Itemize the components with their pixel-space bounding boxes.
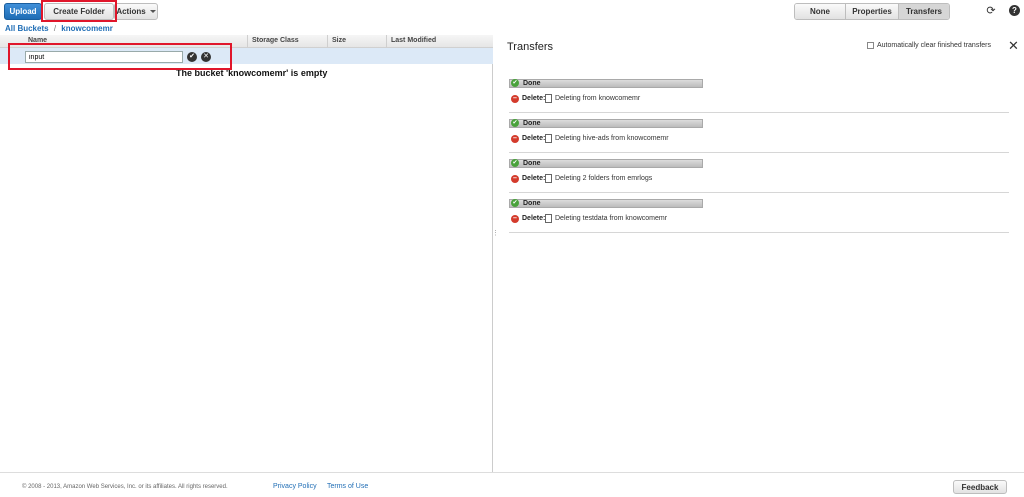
check-circle-icon: ✔: [511, 119, 519, 127]
view-none-button[interactable]: None: [795, 4, 846, 19]
column-name[interactable]: Name: [28, 37, 47, 44]
transfer-description: Deleting from knowcomemr: [555, 95, 641, 102]
auto-clear-checkbox[interactable]: [867, 42, 874, 49]
copyright-text: © 2008 - 2013, Amazon Web Services, Inc.…: [22, 484, 228, 490]
transfer-action: Delete:: [522, 95, 546, 102]
breadcrumb-all-buckets[interactable]: All Buckets: [5, 24, 49, 33]
toolbar: Upload Create Folder Actions None Proper…: [0, 0, 1024, 22]
upload-button[interactable]: Upload: [4, 3, 42, 20]
delete-circle-icon: –: [511, 175, 519, 183]
transfer-action: Delete:: [522, 175, 546, 182]
breadcrumb: All Buckets / knowcomemr: [5, 24, 113, 33]
close-icon[interactable]: ✕: [1008, 39, 1019, 52]
cancel-x-icon[interactable]: ✕: [201, 52, 211, 62]
transfer-description: Deleting 2 folders from emrlogs: [555, 175, 653, 182]
auto-clear-option[interactable]: Automatically clear finished transfers: [867, 42, 991, 49]
refresh-icon[interactable]: ⟳: [985, 5, 997, 17]
actions-button[interactable]: Actions: [114, 3, 158, 20]
actions-label: Actions: [116, 7, 146, 16]
chevron-down-icon: [149, 10, 156, 13]
footer: © 2008 - 2013, Amazon Web Services, Inc.…: [0, 472, 1024, 497]
transfer-action: Delete:: [522, 135, 546, 142]
check-circle-icon: ✔: [511, 199, 519, 207]
transfer-item: ✔ Done – Delete: Deleting from knowcomem…: [509, 73, 1009, 113]
transfer-item: ✔ Done – Delete: Deleting testdata from …: [509, 193, 1009, 233]
column-size[interactable]: Size: [332, 37, 346, 44]
transfers-pane: Transfers Automatically clear finished t…: [495, 35, 1024, 472]
transfer-status: Done: [523, 160, 541, 167]
table-header: Name Storage Class Size Last Modified: [0, 35, 493, 48]
privacy-policy-link[interactable]: Privacy Policy: [273, 483, 317, 490]
file-icon: [545, 174, 552, 183]
create-folder-button[interactable]: Create Folder: [44, 3, 114, 20]
transfer-action: Delete:: [522, 215, 546, 222]
view-transfers-button[interactable]: Transfers: [899, 4, 949, 19]
feedback-button[interactable]: Feedback: [953, 480, 1007, 494]
breadcrumb-separator: /: [53, 24, 57, 33]
help-icon[interactable]: ?: [1009, 5, 1020, 16]
transfer-description: Deleting hive-ads from knowcomemr: [555, 135, 669, 142]
column-storage-class[interactable]: Storage Class: [252, 37, 299, 44]
check-circle-icon: ✔: [511, 159, 519, 167]
object-list-pane: Name Storage Class Size Last Modified: [0, 35, 493, 472]
file-icon: [545, 134, 552, 143]
delete-circle-icon: –: [511, 95, 519, 103]
transfers-title: Transfers: [507, 41, 554, 53]
transfer-status: Done: [523, 200, 541, 207]
confirm-check-icon[interactable]: ✔: [187, 52, 197, 62]
transfer-item: ✔ Done – Delete: Deleting 2 folders from…: [509, 153, 1009, 193]
transfer-description: Deleting testdata from knowcomemr: [555, 215, 668, 222]
view-properties-button[interactable]: Properties: [846, 4, 899, 19]
auto-clear-label: Automatically clear finished transfers: [877, 42, 991, 49]
column-last-modified[interactable]: Last Modified: [391, 37, 436, 44]
check-circle-icon: ✔: [511, 79, 519, 87]
breadcrumb-bucket[interactable]: knowcomemr: [61, 24, 113, 33]
delete-circle-icon: –: [511, 135, 519, 143]
delete-circle-icon: –: [511, 215, 519, 223]
transfer-status: Done: [523, 80, 541, 87]
file-icon: [545, 94, 552, 103]
new-folder-name-input[interactable]: [25, 51, 183, 63]
view-toggle-group: None Properties Transfers: [794, 3, 950, 20]
terms-of-use-link[interactable]: Terms of Use: [327, 483, 368, 490]
empty-bucket-message: The bucket 'knowcomemr' is empty: [176, 68, 328, 78]
file-icon: [545, 214, 552, 223]
transfer-item: ✔ Done – Delete: Deleting hive-ads from …: [509, 113, 1009, 153]
transfer-status: Done: [523, 120, 541, 127]
